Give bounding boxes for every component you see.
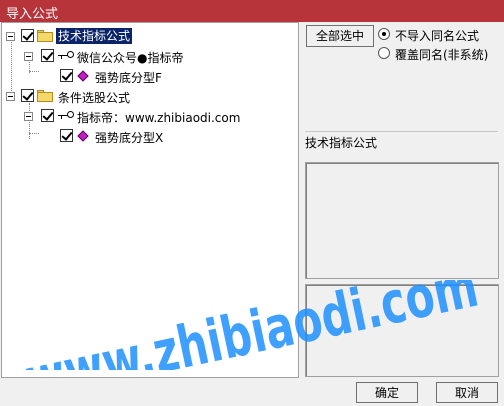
select-all-button[interactable]: 全部选中: [306, 25, 374, 47]
radio-skip-duplicates[interactable]: 不导入同名公式: [378, 26, 498, 43]
key-icon: [58, 51, 74, 61]
radio-button[interactable]: [378, 28, 390, 40]
tree-node-wechat-account[interactable]: 微信公众号●指标帝: [2, 47, 298, 65]
collapse-icon[interactable]: [24, 112, 33, 121]
tree-node-zhibiaodi[interactable]: 指标帝：www.zhibiaodi.com: [2, 107, 298, 125]
formula-preview-box[interactable]: [305, 284, 499, 377]
title-bar: 导入公式: [0, 0, 504, 22]
radio-label: 不导入同名公式: [395, 29, 480, 43]
checkbox[interactable]: [21, 29, 34, 42]
tree-node-label[interactable]: 条件选股公式: [58, 89, 130, 106]
checkbox[interactable]: [21, 89, 34, 102]
radio-label: 覆盖同名(非系统): [395, 48, 489, 62]
collapse-icon[interactable]: [6, 32, 15, 41]
formula-type-label: 技术指标公式: [305, 131, 498, 159]
tree-leaf-formula-f[interactable]: 强势底分型F: [2, 67, 298, 85]
formula-tree[interactable]: 技术指标公式 微信公众号●指标帝 强势底分型F 条件选股公式 指标帝：www.z…: [1, 22, 299, 378]
folder-icon: [37, 90, 53, 102]
tree-node-label[interactable]: 指标帝：www.zhibiaodi.com: [77, 109, 240, 126]
tree-node-label[interactable]: 技术指标公式: [56, 28, 133, 44]
ok-button[interactable]: 确定: [356, 382, 418, 403]
formula-type-text: 技术指标公式: [305, 136, 378, 150]
radio-button[interactable]: [378, 47, 390, 59]
checkbox[interactable]: [41, 109, 54, 122]
tree-node-label[interactable]: 微信公众号●指标帝: [77, 49, 183, 66]
formula-diamond-icon: [77, 70, 89, 82]
formula-description-box[interactable]: [305, 162, 499, 279]
folder-icon: [37, 30, 53, 42]
tree-node-stock-selection[interactable]: 条件选股公式: [2, 87, 298, 105]
formula-diamond-icon: [77, 130, 89, 142]
checkbox[interactable]: [60, 69, 73, 82]
key-icon: [58, 111, 74, 121]
tree-node-technical-indicators[interactable]: 技术指标公式: [2, 27, 298, 45]
tree-leaf-formula-x[interactable]: 强势底分型X: [2, 127, 298, 145]
collapse-icon[interactable]: [24, 52, 33, 61]
tree-node-label[interactable]: 强势底分型X: [95, 129, 163, 146]
radio-overwrite-duplicates[interactable]: 覆盖同名(非系统): [378, 45, 502, 62]
cancel-button[interactable]: 取消: [436, 382, 498, 403]
window-title: 导入公式: [6, 7, 59, 22]
tree-node-label[interactable]: 强势底分型F: [95, 69, 162, 86]
collapse-icon[interactable]: [6, 92, 15, 101]
checkbox[interactable]: [41, 49, 54, 62]
checkbox[interactable]: [60, 129, 73, 142]
